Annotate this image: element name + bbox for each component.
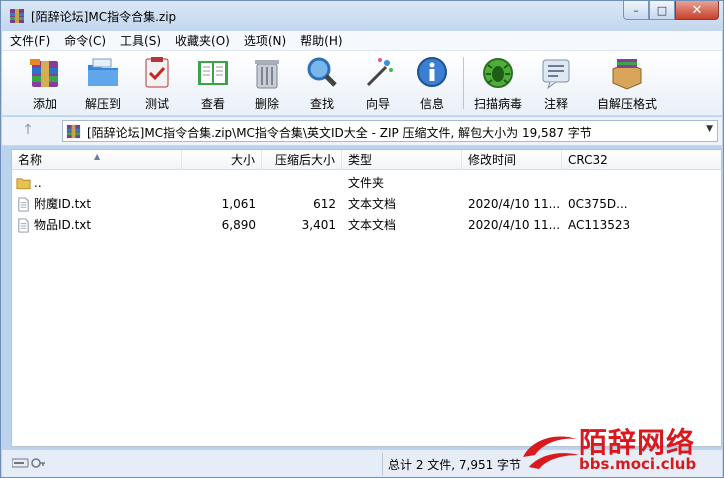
find-label: 查找 — [309, 97, 334, 111]
comment-label: 注释 — [543, 97, 568, 111]
maximize-button[interactable]: □ — [649, 1, 675, 20]
column-header-row: 名称 ▲ 大小 压缩后大小 类型 修改时间 CRC32 — [12, 150, 721, 170]
scan-virus-button[interactable]: 扫描病毒 — [473, 55, 523, 113]
app-window: [陌辞论坛]MC指令合集.zip – □ ✕ 文件(F) 命令(C) 工具(S)… — [0, 0, 724, 478]
row-type: 文本文档 — [348, 197, 397, 211]
table-row[interactable]: 物品ID.txt 6,890 3,401 文本文档 2020/4/10 11..… — [12, 215, 721, 236]
row-packed-size — [262, 173, 336, 194]
menu-favorites[interactable]: 收藏夹(O) — [175, 32, 230, 49]
row-modified: 2020/4/10 11... — [468, 197, 560, 211]
add-label: 添加 — [32, 97, 57, 111]
text-file-icon — [18, 218, 29, 233]
toolbar-separator — [463, 57, 464, 109]
row-packed-size: 612 — [313, 197, 336, 211]
row-name: 附魔ID.txt — [34, 197, 92, 211]
row-name: 物品ID.txt — [34, 218, 92, 232]
row-size: 6,890 — [221, 218, 256, 232]
add-archive-icon — [30, 59, 58, 87]
table-row[interactable]: .. 文件夹 — [12, 173, 721, 194]
column-name-label: 名称 — [18, 153, 43, 167]
row-modified: 2020/4/10 11... — [468, 218, 560, 232]
column-size[interactable]: 大小 — [182, 150, 262, 170]
test-button[interactable]: 测试 — [132, 55, 182, 113]
view-book-icon — [198, 61, 228, 85]
row-size: 1,061 — [221, 197, 256, 211]
wizard-button[interactable]: 向导 — [353, 55, 403, 113]
column-modified[interactable]: 修改时间 — [462, 150, 562, 170]
view-button[interactable]: 查看 — [188, 55, 238, 113]
add-button[interactable]: 添加 — [20, 55, 70, 113]
trash-icon — [255, 60, 279, 89]
comment-button[interactable]: 注释 — [531, 55, 581, 113]
watermark: 陌辞网络 bbs.moci.club — [513, 419, 723, 477]
menu-bar: 文件(F) 命令(C) 工具(S) 收藏夹(O) 选项(N) 帮助(H) — [2, 31, 722, 51]
archive-icon — [66, 124, 81, 139]
sfx-button[interactable]: 自解压格式 — [592, 55, 662, 113]
test-label: 测试 — [144, 97, 169, 111]
virus-scan-icon — [483, 58, 513, 88]
comment-icon — [542, 59, 570, 90]
view-label: 查看 — [200, 97, 225, 111]
watermark-url: bbs.moci.club — [579, 455, 697, 473]
row-modified — [468, 173, 560, 194]
menu-options[interactable]: 选项(N) — [244, 32, 286, 49]
info-button[interactable]: 信息 — [407, 55, 457, 113]
row-type: 文本文档 — [348, 218, 397, 232]
test-icon — [145, 57, 169, 88]
toolbar: 添加 解压到 测试 查看 删除 查找 向导 信息 扫描病毒 注释 自解压格式 — [2, 51, 722, 116]
title-bar[interactable]: [陌辞论坛]MC指令合集.zip – □ ✕ — [1, 1, 723, 31]
sfx-label: 自解压格式 — [596, 97, 657, 111]
extract-to-label: 解压到 — [84, 97, 121, 111]
address-field[interactable]: [陌辞论坛]MC指令合集.zip\MC指令合集\英文ID大全 - ZIP 压缩文… — [62, 120, 718, 142]
row-crc32 — [568, 173, 708, 194]
swoosh-logo-icon — [523, 436, 579, 469]
delete-button[interactable]: 删除 — [242, 55, 292, 113]
extract-to-icon — [88, 58, 118, 86]
row-name: .. — [34, 176, 42, 190]
address-dropdown-icon[interactable]: ▼ — [706, 124, 713, 134]
window-title: [陌辞论坛]MC指令合集.zip — [31, 10, 177, 24]
text-file-icon — [18, 197, 29, 212]
scan-virus-label: 扫描病毒 — [473, 97, 522, 111]
row-size — [182, 173, 256, 194]
row-crc32: 0C375D... — [568, 197, 628, 211]
column-packed-size[interactable]: 压缩后大小 — [262, 150, 342, 170]
sort-ascending-icon: ▲ — [94, 152, 101, 161]
table-row[interactable]: 附魔ID.txt 1,061 612 文本文档 2020/4/10 11... … — [12, 194, 721, 215]
status-summary: 总计 2 文件, 7,951 字节 — [388, 458, 522, 472]
find-button[interactable]: 查找 — [297, 55, 347, 113]
menu-file[interactable]: 文件(F) — [10, 32, 50, 49]
up-level-button[interactable]: ↑ — [18, 122, 38, 140]
menu-tools[interactable]: 工具(S) — [120, 32, 161, 49]
menu-help[interactable]: 帮助(H) — [300, 32, 342, 49]
row-packed-size: 3,401 — [301, 218, 336, 232]
minimize-button[interactable]: – — [623, 1, 649, 20]
info-label: 信息 — [419, 97, 444, 111]
magnifier-icon — [307, 57, 337, 87]
address-bar: ↑ [陌辞论坛]MC指令合集.zip\MC指令合集\英文ID大全 - ZIP 压… — [2, 117, 722, 146]
row-type: 文件夹 — [348, 176, 385, 190]
folder-icon — [16, 178, 31, 190]
close-button[interactable]: ✕ — [675, 1, 719, 20]
status-separator — [382, 453, 383, 475]
winrar-app-icon — [10, 9, 24, 23]
address-path: [陌辞论坛]MC指令合集.zip\MC指令合集\英文ID大全 - ZIP 压缩文… — [87, 126, 592, 140]
column-type[interactable]: 类型 — [342, 150, 462, 170]
wizard-wand-icon — [366, 58, 393, 87]
sfx-box-icon — [612, 59, 642, 90]
row-crc32: AC113523 — [568, 218, 631, 232]
column-crc32[interactable]: CRC32 — [562, 150, 721, 170]
window-controls: – □ ✕ — [623, 1, 719, 21]
wizard-label: 向导 — [365, 97, 390, 111]
drive-key-icon — [12, 458, 45, 468]
info-icon — [417, 57, 447, 87]
menu-commands[interactable]: 命令(C) — [64, 32, 106, 49]
column-name[interactable]: 名称 ▲ — [12, 150, 182, 170]
file-list: 名称 ▲ 大小 压缩后大小 类型 修改时间 CRC32 .. 文件夹 附魔ID.… — [11, 149, 722, 447]
delete-label: 删除 — [254, 97, 279, 111]
extract-to-button[interactable]: 解压到 — [78, 55, 128, 113]
